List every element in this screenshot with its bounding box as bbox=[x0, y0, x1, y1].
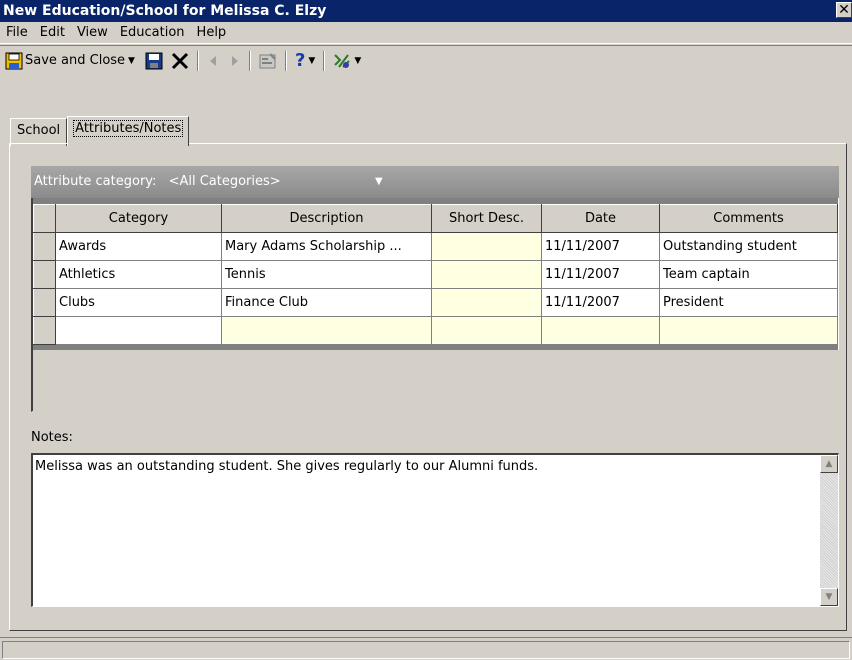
row-selector[interactable] bbox=[33, 260, 56, 289]
toolbar-separator bbox=[248, 50, 251, 71]
scroll-down-icon[interactable]: ▼ bbox=[820, 588, 838, 606]
dropdown-arrow-icon[interactable]: ▼ bbox=[308, 56, 315, 66]
cell-description[interactable]: Mary Adams Scholarship ... bbox=[221, 232, 432, 261]
menu-view[interactable]: View bbox=[71, 25, 114, 40]
column-header-short-desc[interactable]: Short Desc. bbox=[431, 204, 542, 233]
cell-date[interactable]: 11/11/2007 bbox=[541, 288, 660, 317]
cell-short-desc[interactable] bbox=[431, 316, 542, 345]
cell-short-desc[interactable] bbox=[431, 232, 542, 261]
cell-comments[interactable]: President bbox=[659, 288, 838, 317]
save-and-close-button[interactable]: Save and Close ▼ bbox=[3, 49, 137, 73]
cell-category[interactable]: Clubs bbox=[55, 288, 222, 317]
save-and-close-label: Save and Close bbox=[25, 53, 126, 68]
attribute-category-bar: Attribute category: <All Categories> ▼ bbox=[31, 166, 839, 198]
cell-category[interactable]: Awards bbox=[55, 232, 222, 261]
toolbar-separator bbox=[323, 50, 326, 71]
education-dialog: New Education/School for Melissa C. Elzy… bbox=[0, 0, 852, 660]
row-selector[interactable] bbox=[33, 288, 56, 317]
cell-date[interactable]: 11/11/2007 bbox=[541, 232, 660, 261]
scroll-up-icon[interactable]: ▲ bbox=[820, 455, 838, 473]
cell-category[interactable] bbox=[55, 316, 222, 345]
menu-help[interactable]: Help bbox=[191, 25, 233, 40]
previous-icon bbox=[209, 55, 216, 66]
row-selector[interactable] bbox=[33, 232, 56, 261]
next-button[interactable] bbox=[227, 49, 243, 73]
notes-scrollbar[interactable]: ▲ ▼ bbox=[820, 455, 838, 606]
toolbar-separator bbox=[196, 50, 199, 71]
status-bar bbox=[0, 637, 852, 660]
properties-button[interactable] bbox=[257, 49, 279, 73]
cell-short-desc[interactable] bbox=[431, 260, 542, 289]
cell-short-desc[interactable] bbox=[431, 288, 542, 317]
chevron-down-icon[interactable]: ▼ bbox=[375, 166, 383, 198]
save-close-icon bbox=[5, 52, 23, 69]
cell-comments[interactable]: Team captain bbox=[659, 260, 838, 289]
table-row: Awards Mary Adams Scholarship ... 11/11/… bbox=[33, 232, 838, 261]
toolbar: Save and Close ▼ ? ▼ ▼ bbox=[0, 45, 852, 75]
table-row: Clubs Finance Club 11/11/2007 President bbox=[33, 288, 838, 317]
cell-description[interactable]: Finance Club bbox=[221, 288, 432, 317]
cell-date[interactable] bbox=[541, 316, 660, 345]
row-selector-header[interactable] bbox=[33, 204, 56, 233]
column-header-date[interactable]: Date bbox=[541, 204, 660, 233]
attributes-grid: Category Description Short Desc. Date Co… bbox=[31, 198, 839, 412]
column-header-description[interactable]: Description bbox=[221, 204, 432, 233]
cell-comments[interactable] bbox=[659, 316, 838, 345]
tab-attributes-notes[interactable]: Attributes/Notes bbox=[67, 116, 190, 146]
status-pane bbox=[2, 641, 850, 659]
row-selector[interactable] bbox=[33, 316, 56, 345]
column-header-category[interactable]: Category bbox=[55, 204, 222, 233]
help-button[interactable]: ? ▼ bbox=[293, 49, 317, 73]
tab-school-label: School bbox=[17, 123, 61, 138]
notes-label: Notes: bbox=[31, 430, 73, 445]
dropdown-arrow-icon[interactable]: ▼ bbox=[128, 56, 135, 66]
notes-text: Melissa was an outstanding student. She … bbox=[35, 459, 539, 474]
menu-bar: File Edit View Education Help bbox=[0, 22, 852, 44]
tools-icon bbox=[334, 53, 351, 68]
delete-icon bbox=[171, 52, 189, 69]
help-icon: ? bbox=[294, 50, 306, 71]
tab-school[interactable]: School bbox=[10, 118, 68, 146]
dropdown-arrow-icon[interactable]: ▼ bbox=[354, 56, 361, 66]
properties-icon bbox=[259, 52, 276, 68]
cell-date[interactable]: 11/11/2007 bbox=[541, 260, 660, 289]
menu-edit[interactable]: Edit bbox=[34, 25, 71, 40]
menu-education[interactable]: Education bbox=[114, 25, 191, 40]
title-bar: New Education/School for Melissa C. Elzy… bbox=[0, 0, 852, 22]
tab-attributes-notes-label: Attributes/Notes bbox=[73, 120, 184, 137]
column-header-comments[interactable]: Comments bbox=[659, 204, 838, 233]
attribute-category-label: Attribute category: bbox=[34, 174, 157, 189]
tools-button[interactable]: ▼ bbox=[331, 49, 363, 73]
cell-comments[interactable]: Outstanding student bbox=[659, 232, 838, 261]
new-table-row bbox=[33, 316, 838, 345]
save-button[interactable] bbox=[143, 49, 165, 73]
cell-description[interactable] bbox=[221, 316, 432, 345]
toolbar-separator bbox=[284, 50, 287, 71]
attribute-category-select[interactable]: <All Categories> bbox=[169, 174, 281, 189]
cell-category[interactable]: Athletics bbox=[55, 260, 222, 289]
close-icon[interactable]: ✕ bbox=[836, 2, 852, 18]
tab-strip: School Attributes/Notes bbox=[10, 116, 190, 146]
grid-empty-area bbox=[33, 350, 839, 412]
table-row: Athletics Tennis 11/11/2007 Team captain bbox=[33, 260, 838, 289]
table-header-row: Category Description Short Desc. Date Co… bbox=[33, 204, 838, 233]
menu-file[interactable]: File bbox=[4, 25, 34, 40]
previous-button[interactable] bbox=[205, 49, 221, 73]
notes-textarea[interactable]: Melissa was an outstanding student. She … bbox=[31, 453, 839, 607]
save-icon bbox=[145, 52, 163, 69]
attributes-table: Category Description Short Desc. Date Co… bbox=[33, 204, 838, 345]
delete-button[interactable] bbox=[169, 49, 191, 73]
window-title: New Education/School for Melissa C. Elzy bbox=[3, 3, 327, 19]
next-icon bbox=[231, 55, 238, 66]
cell-description[interactable]: Tennis bbox=[221, 260, 432, 289]
